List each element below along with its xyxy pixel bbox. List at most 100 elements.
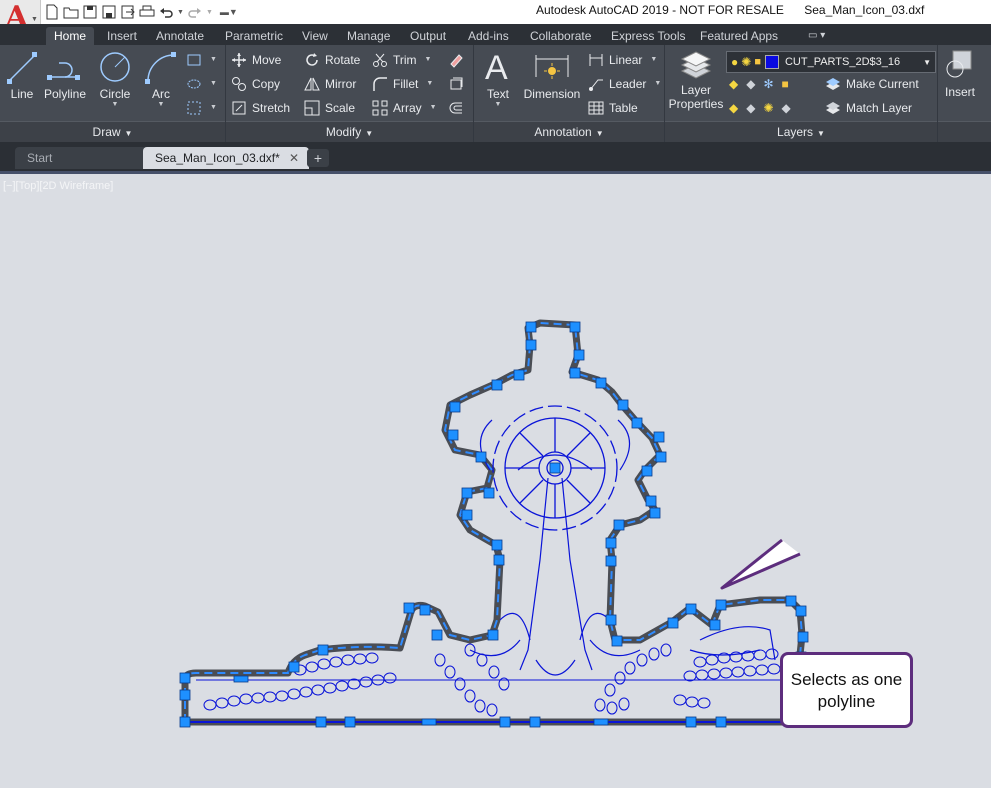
move-button[interactable]: Move (231, 49, 281, 71)
dimension-label: Dimension (523, 87, 581, 101)
tab-featured-apps[interactable]: Featured Apps (692, 27, 786, 45)
chevron-down-icon: ▼ (210, 80, 217, 87)
block-panel-title (938, 121, 991, 142)
tab-home[interactable]: Home (46, 27, 95, 45)
plot-print-icon[interactable] (139, 4, 155, 20)
tab-start[interactable]: Start (15, 147, 151, 169)
save-as-icon[interactable] (101, 4, 117, 20)
redo-dropdown-icon[interactable]: ▼ (206, 9, 213, 16)
array-button[interactable]: Array ▼ (372, 97, 437, 119)
layer-unisolate-icon[interactable]: ◆ (746, 97, 755, 119)
rotate-label: Rotate (325, 53, 361, 67)
circle-button[interactable]: Circle ▼ (94, 49, 136, 108)
annotation-panel-title[interactable]: Annotation ▼ (474, 121, 664, 142)
explode-button[interactable] (448, 73, 464, 95)
layer-freeze-icon[interactable]: ✻ (763, 73, 773, 95)
tab-add-ins[interactable]: Add-ins (460, 27, 517, 45)
layer-properties-button[interactable]: Layer Properties (667, 49, 725, 111)
chevron-down-icon: ▼ (817, 129, 825, 138)
layer-lock-icon[interactable]: ■ (782, 73, 789, 95)
match-layer-icon (826, 102, 840, 114)
mirror-button[interactable]: Mirror (304, 73, 356, 95)
make-current-button[interactable]: Make Current (825, 73, 919, 95)
chevron-down-icon: ▼ (210, 56, 217, 63)
rectangle-button[interactable]: ▼ (186, 49, 217, 71)
layer-on-icon[interactable]: ◆ (729, 97, 738, 119)
arc-dropdown-icon[interactable]: ▼ (142, 101, 180, 108)
open-folder-icon[interactable] (63, 4, 79, 20)
chevron-down-icon: ▼ (923, 57, 931, 67)
save-icon[interactable] (82, 4, 98, 20)
linear-button[interactable]: Linear ▼ (588, 49, 657, 71)
insert-button[interactable]: Insert (942, 49, 978, 99)
table-icon (588, 101, 604, 115)
layers-panel-title[interactable]: Layers ▼ (665, 121, 937, 142)
tab-collaborate[interactable]: Collaborate (522, 27, 599, 45)
modify-panel-title-text: Modify (325, 125, 362, 139)
chevron-down-icon: ▼ (595, 129, 604, 138)
ribbon-minimize-icon[interactable]: ▭ ▾ (800, 27, 833, 45)
draw-panel-title[interactable]: Draw ▼ (0, 121, 225, 142)
text-dropdown-icon[interactable]: ▼ (480, 101, 516, 108)
gradient-button[interactable]: ▼ (186, 97, 217, 119)
layers-panel: Layer Properties ● ✺ ■ CUT_PARTS_2D$3_16… (665, 45, 938, 142)
scale-button[interactable]: Scale (304, 97, 355, 119)
copy-button[interactable]: Copy (231, 73, 280, 95)
rectangle-icon (187, 54, 201, 66)
linear-dimension-icon (589, 54, 603, 66)
current-layer-name: CUT_PARTS_2D$3_16 (784, 56, 901, 68)
tab-file[interactable]: Sea_Man_Icon_03.dxf* ✕ (143, 147, 309, 169)
drawing-canvas[interactable]: [−][Top][2D Wireframe] Selects as one po… (0, 174, 991, 788)
leader-button[interactable]: Leader ▼ (588, 73, 661, 95)
layer-dropdown[interactable]: ● ✺ ■ CUT_PARTS_2D$3_16 ▼ (726, 51, 936, 73)
fillet-button[interactable]: Fillet ▼ (372, 73, 433, 95)
dimension-button[interactable]: Dimension (520, 49, 584, 101)
redo-icon[interactable] (187, 4, 203, 20)
mirror-label: Mirror (325, 77, 357, 91)
rotate-icon (306, 53, 318, 66)
ribbon: Line Polyline Circle ▼ Arc ▼ ▼ ▼ ▼ Draw ▼… (0, 45, 991, 142)
line-icon (7, 52, 37, 84)
customize-qat-icon[interactable]: ▬▼ (220, 7, 238, 17)
trim-button[interactable]: Trim ▼ (372, 49, 431, 71)
new-tab-button[interactable]: + (307, 149, 329, 167)
layer-unlock-icon[interactable]: ◆ (782, 97, 791, 119)
tab-parametric[interactable]: Parametric (217, 27, 291, 45)
rotate-button[interactable]: Rotate (304, 49, 360, 71)
erase-button[interactable] (448, 49, 464, 71)
offset-button[interactable] (448, 97, 464, 119)
tab-manage[interactable]: Manage (339, 27, 398, 45)
scale-icon (304, 100, 320, 116)
text-label: Text (486, 87, 509, 101)
tab-view[interactable]: View (294, 27, 336, 45)
close-icon[interactable]: ✕ (289, 147, 299, 169)
tab-output[interactable]: Output (402, 27, 454, 45)
insert-block-icon (946, 50, 972, 78)
fillet-label: Fillet (393, 77, 419, 91)
undo-icon[interactable] (158, 4, 174, 20)
modify-panel: Move Rotate Trim ▼ Copy Mirror Fillet ▼ St… (226, 45, 474, 142)
polyline-button[interactable]: Polyline (42, 49, 88, 101)
scale-label: Scale (325, 101, 356, 115)
chevron-down-icon: ▼ (210, 104, 217, 111)
tab-annotate[interactable]: Annotate (148, 27, 212, 45)
text-button[interactable]: A Text ▼ (480, 49, 516, 108)
tab-express-tools[interactable]: Express Tools (603, 27, 693, 45)
layer-off-icon[interactable]: ◆ (729, 73, 738, 95)
new-file-icon[interactable] (44, 4, 60, 20)
table-button[interactable]: Table (588, 97, 638, 119)
circle-dropdown-icon[interactable]: ▼ (94, 101, 136, 108)
layer-isolate-icon[interactable]: ◆ (746, 73, 755, 95)
hatch-button[interactable]: ▼ (186, 73, 217, 95)
tab-insert[interactable]: Insert (99, 27, 145, 45)
arc-button[interactable]: Arc ▼ (142, 49, 180, 108)
publish-web-icon[interactable] (120, 4, 136, 20)
modify-panel-title[interactable]: Modify ▼ (226, 121, 473, 142)
layer-properties-label: Layer Properties (668, 83, 724, 111)
line-button[interactable]: Line (4, 49, 40, 101)
layer-thaw-icon[interactable]: ✺ (763, 97, 773, 119)
stretch-button[interactable]: Stretch (231, 97, 290, 119)
undo-dropdown-icon[interactable]: ▼ (177, 9, 184, 16)
block-panel: Insert (938, 45, 991, 142)
match-layer-button[interactable]: Match Layer (825, 97, 912, 119)
